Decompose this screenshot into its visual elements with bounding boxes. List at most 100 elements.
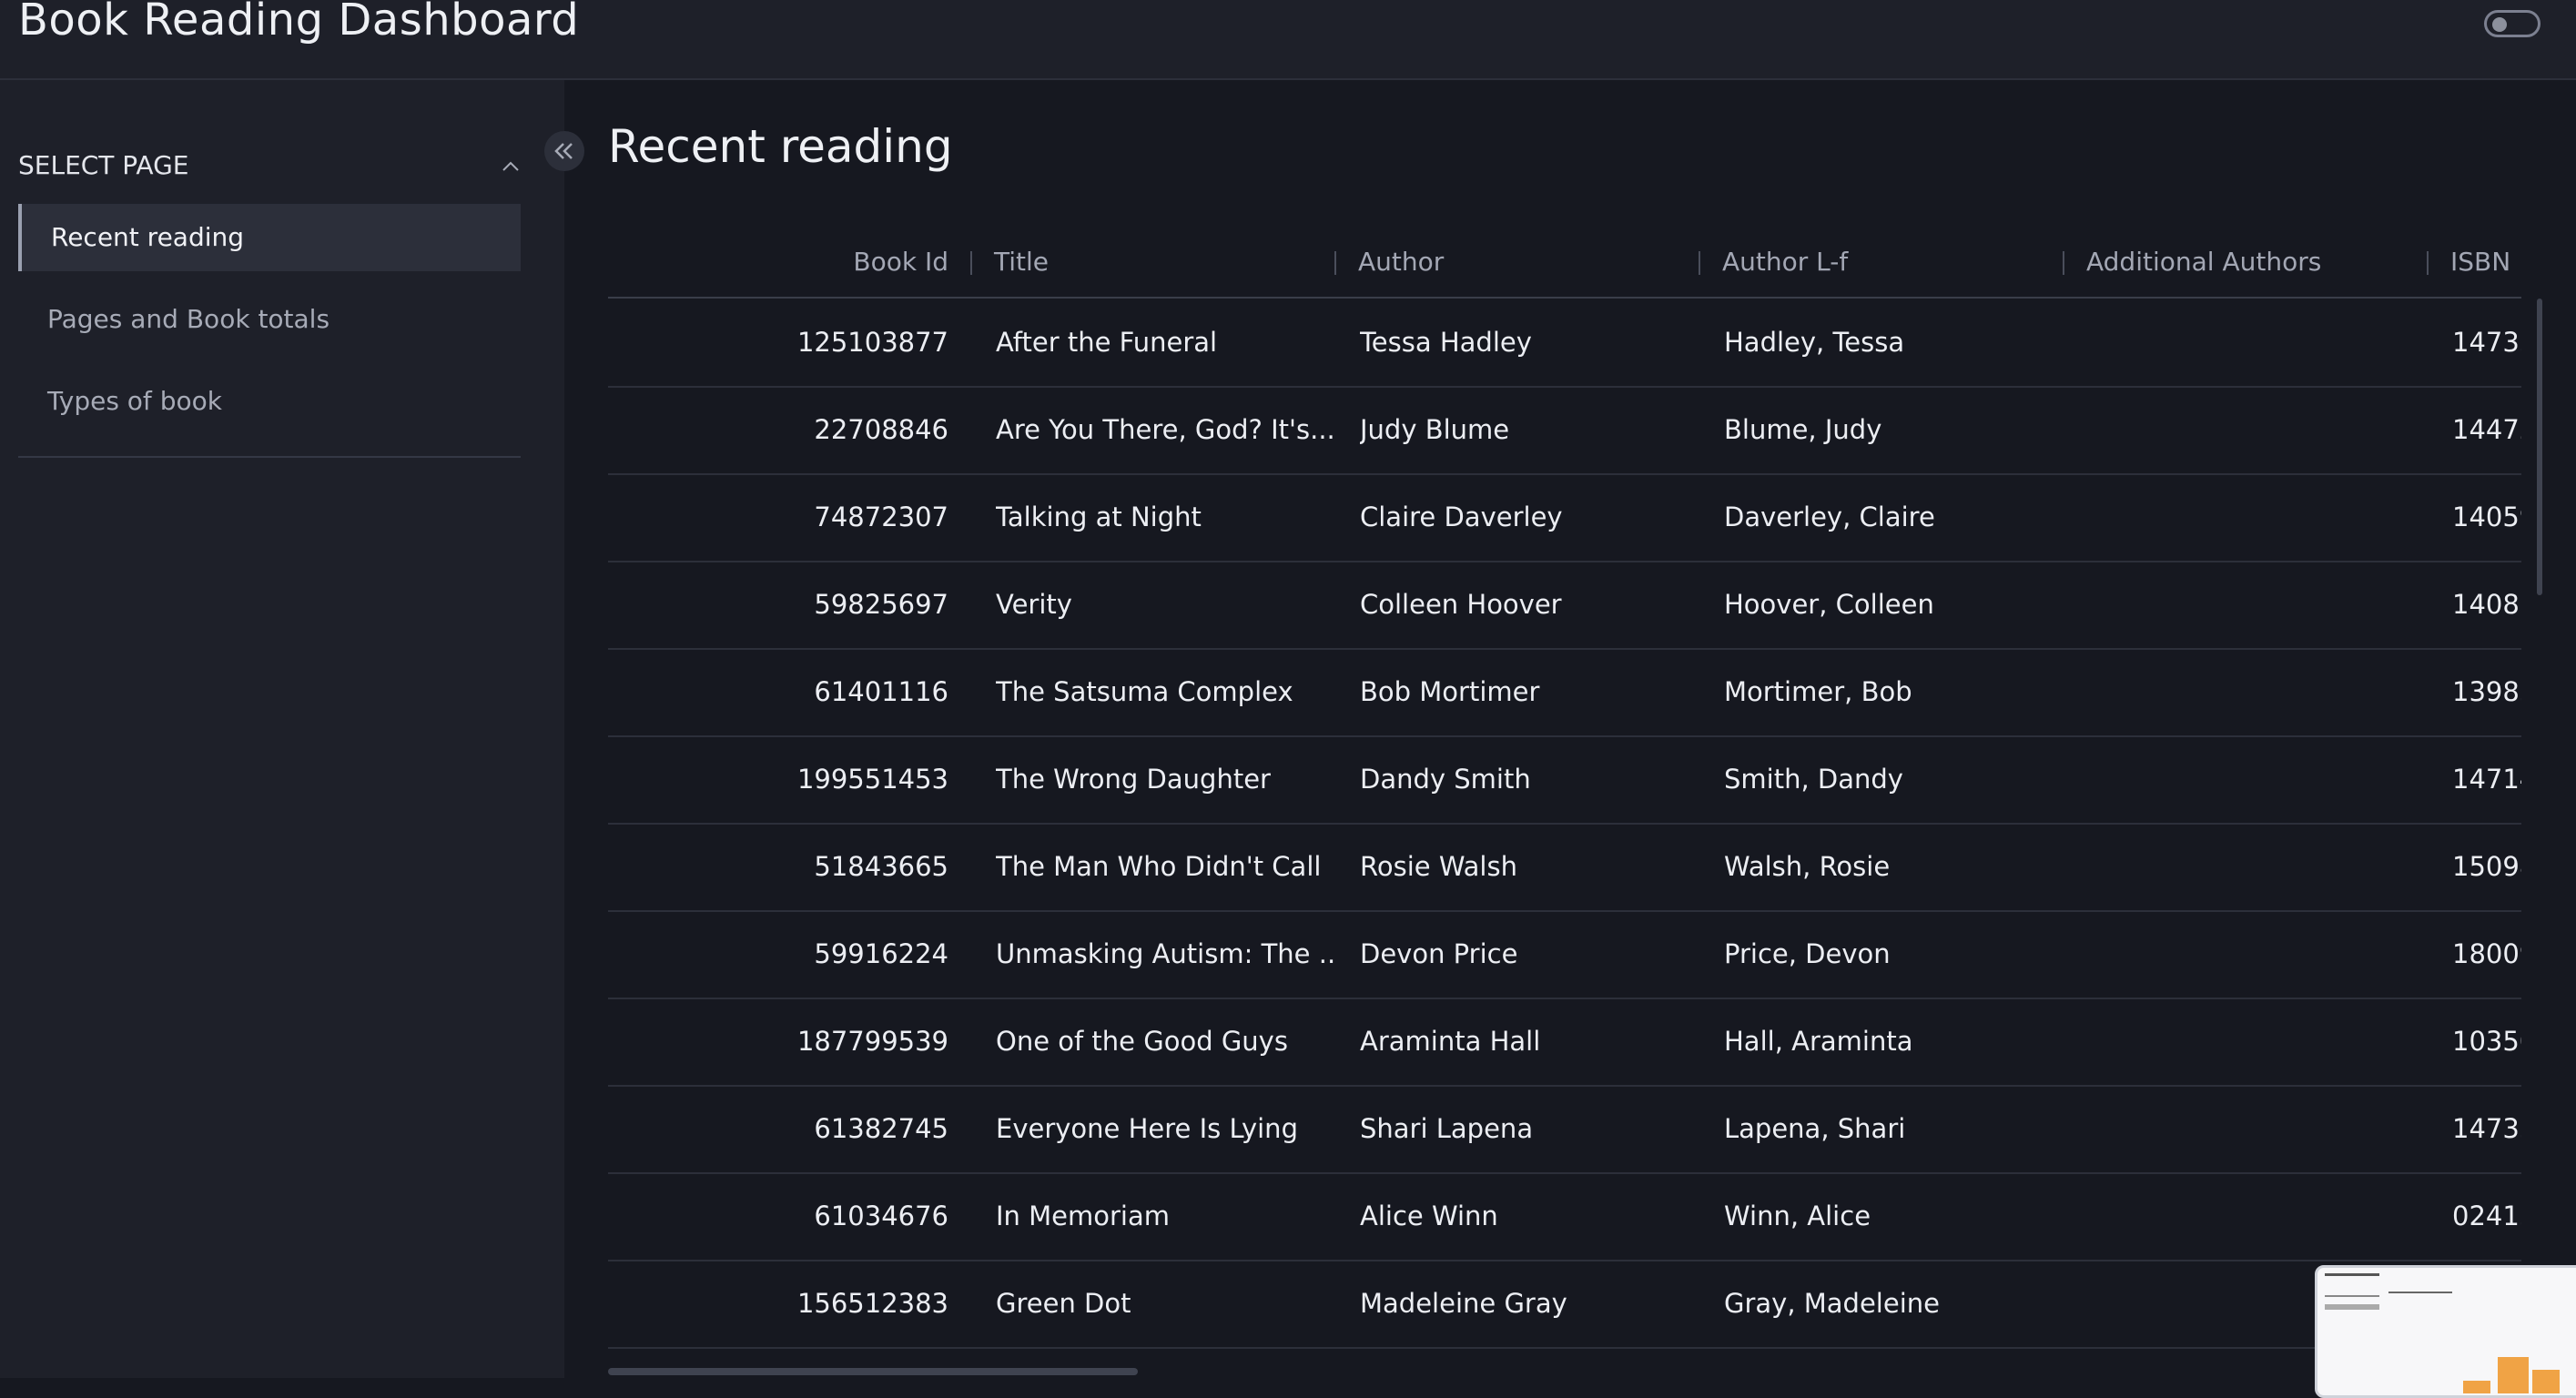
table-row[interactable]: 156512383 Green Dot Madeleine Gray Gray, Ma… — [608, 1260, 2521, 1349]
cell-author: Colleen Hoover — [1360, 589, 1562, 620]
cell-author: Dandy Smith — [1360, 764, 1531, 795]
cell-author: Alice Winn — [1360, 1200, 1498, 1231]
cell-additional-authors — [2088, 910, 2429, 998]
cell-author: Araminta Hall — [1360, 1026, 1541, 1057]
cell-author-lf: Hadley, Tessa — [1724, 327, 1905, 358]
column-header-title[interactable]: Title — [994, 228, 1049, 297]
table-row[interactable]: 61034676 In Memoriam Alice Winn Winn, Alice… — [608, 1172, 2521, 1261]
cell-book-id: 61034676 — [814, 1200, 948, 1231]
column-header-additional-authors[interactable]: Additional Authors — [2086, 228, 2321, 297]
cell-author-lf: Hall, Araminta — [1724, 1026, 1913, 1057]
table-row[interactable]: 22708846 Are You There, God? It's... Judy … — [608, 386, 2521, 475]
cell-additional-authors — [2088, 299, 2429, 386]
table-row[interactable]: 51843665 The Man Who Didn't Call Rosie Wal… — [608, 823, 2521, 912]
cell-author-lf: Hoover, Colleen — [1724, 589, 1934, 620]
cell-additional-authors — [2088, 386, 2429, 473]
cell-author-lf: Walsh, Rosie — [1724, 851, 1891, 882]
table-row[interactable]: 74872307 Talking at Night Claire Daverley D… — [608, 473, 2521, 562]
cell-additional-authors — [2088, 1172, 2429, 1260]
column-header-author-lf[interactable]: Author L-f — [1722, 228, 1848, 297]
double-chevron-left-icon — [554, 143, 573, 159]
cell-title: Everyone Here Is Lying — [996, 1113, 1298, 1144]
select-page-header[interactable]: SELECT PAGE — [18, 146, 521, 186]
cell-title: The Man Who Didn't Call — [996, 851, 1322, 882]
cell-author: Madeleine Gray — [1360, 1288, 1567, 1319]
cell-book-id: 125103877 — [796, 327, 948, 358]
table-row[interactable]: 59916224 Unmasking Autism: The ... Devon P… — [608, 910, 2521, 999]
cell-author-lf: Winn, Alice — [1724, 1200, 1871, 1231]
cell-author-lf: Gray, Madeleine — [1724, 1288, 1940, 1319]
column-resize-handle[interactable] — [1699, 251, 1700, 275]
cell-isbn: 18009 — [2452, 938, 2521, 969]
thumbnail-line — [2325, 1295, 2379, 1297]
cell-author-lf: Daverley, Claire — [1724, 501, 1935, 532]
cell-author: Judy Blume — [1360, 414, 1510, 445]
thumbnail-line — [2388, 1292, 2452, 1293]
column-header-book-id[interactable]: Book Id — [608, 228, 948, 297]
cell-isbn: 10350 — [2452, 1026, 2521, 1057]
cell-isbn: 14087 — [2452, 589, 2521, 620]
column-resize-handle[interactable] — [1334, 251, 1336, 275]
app-title: Book Reading Dashboard — [18, 0, 580, 46]
cell-author: Rosie Walsh — [1360, 851, 1517, 882]
cell-book-id: 61401116 — [814, 676, 948, 707]
table-row[interactable]: 187799539 One of the Good Guys Araminta Ha… — [608, 998, 2521, 1087]
page-title: Recent reading — [608, 120, 953, 173]
cell-author-lf: Blume, Judy — [1724, 414, 1882, 445]
column-resize-handle[interactable] — [970, 251, 972, 275]
cell-additional-authors — [2088, 1085, 2429, 1172]
table-header: Book Id Title Author Author L-f Addition… — [608, 228, 2521, 299]
theme-toggle[interactable] — [2484, 10, 2541, 37]
cell-book-id: 51843665 — [814, 851, 948, 882]
cell-isbn: 14735 — [2452, 327, 2521, 358]
cell-author: Tessa Hadley — [1360, 327, 1532, 358]
sidebar-item-pages-and-book-totals[interactable]: Pages and Book totals — [18, 286, 521, 353]
cell-book-id: 59825697 — [814, 589, 948, 620]
sidebar-divider — [18, 456, 521, 458]
horizontal-scrollbar[interactable] — [608, 1368, 1138, 1375]
data-table: Book Id Title Author Author L-f Addition… — [608, 228, 2521, 1378]
table-row[interactable]: 199551453 The Wrong Daughter Dandy Smith Sm… — [608, 735, 2521, 825]
collapse-sidebar-button[interactable] — [544, 131, 584, 171]
cell-author-lf: Mortimer, Bob — [1724, 676, 1912, 707]
page-preview-thumbnail[interactable] — [2315, 1265, 2576, 1398]
cell-title: Are You There, God? It's... — [996, 414, 1335, 445]
cell-title: After the Funeral — [996, 327, 1218, 358]
table-row[interactable]: 59825697 Verity Colleen Hoover Hoover, Coll… — [608, 561, 2521, 650]
cell-author: Devon Price — [1360, 938, 1518, 969]
cell-book-id: 156512383 — [796, 1288, 948, 1319]
sidebar-item-label: Recent reading — [51, 222, 245, 252]
chevron-up-icon[interactable] — [501, 157, 521, 177]
sidebar-item-recent-reading[interactable]: Recent reading — [18, 204, 521, 271]
select-page-label: SELECT PAGE — [18, 150, 189, 180]
cell-title: Verity — [996, 589, 1072, 620]
column-header-author[interactable]: Author — [1358, 228, 1444, 297]
cell-author-lf: Smith, Dandy — [1724, 764, 1903, 795]
table-row[interactable]: 125103877 After the Funeral Tessa Hadley Ha… — [608, 299, 2521, 388]
cell-additional-authors — [2088, 648, 2429, 735]
toggle-knob — [2492, 17, 2507, 32]
column-resize-handle[interactable] — [2063, 251, 2064, 275]
cell-additional-authors — [2088, 735, 2429, 823]
cell-book-id: 61382745 — [814, 1113, 948, 1144]
cell-isbn: 14735 — [2452, 1113, 2521, 1144]
sidebar-item-types-of-book[interactable]: Types of book — [18, 368, 521, 435]
thumbnail-line — [2325, 1304, 2379, 1310]
cell-author: Bob Mortimer — [1360, 676, 1540, 707]
column-resize-handle[interactable] — [2427, 251, 2429, 275]
cell-title: Green Dot — [996, 1288, 1131, 1319]
cell-title: Unmasking Autism: The ... — [996, 938, 1336, 969]
cell-author: Claire Daverley — [1360, 501, 1563, 532]
thumbnail-bar — [2532, 1370, 2560, 1393]
table-row[interactable]: 61382745 Everyone Here Is Lying Shari Lape… — [608, 1085, 2521, 1174]
column-header-isbn[interactable]: ISBN — [2450, 228, 2510, 297]
cell-title: One of the Good Guys — [996, 1026, 1288, 1057]
cell-author-lf: Price, Devon — [1724, 938, 1891, 969]
cell-title: In Memoriam — [996, 1200, 1171, 1231]
sidebar: SELECT PAGE Recent reading Pages and Boo… — [0, 80, 564, 1378]
cell-book-id: 187799539 — [796, 1026, 948, 1057]
cell-author-lf: Lapena, Shari — [1724, 1113, 1906, 1144]
table-row[interactable]: 61401116 The Satsuma Complex Bob Mortimer M… — [608, 648, 2521, 737]
vertical-scrollbar[interactable] — [2537, 299, 2542, 595]
cell-isbn: 02415 — [2452, 1200, 2521, 1231]
